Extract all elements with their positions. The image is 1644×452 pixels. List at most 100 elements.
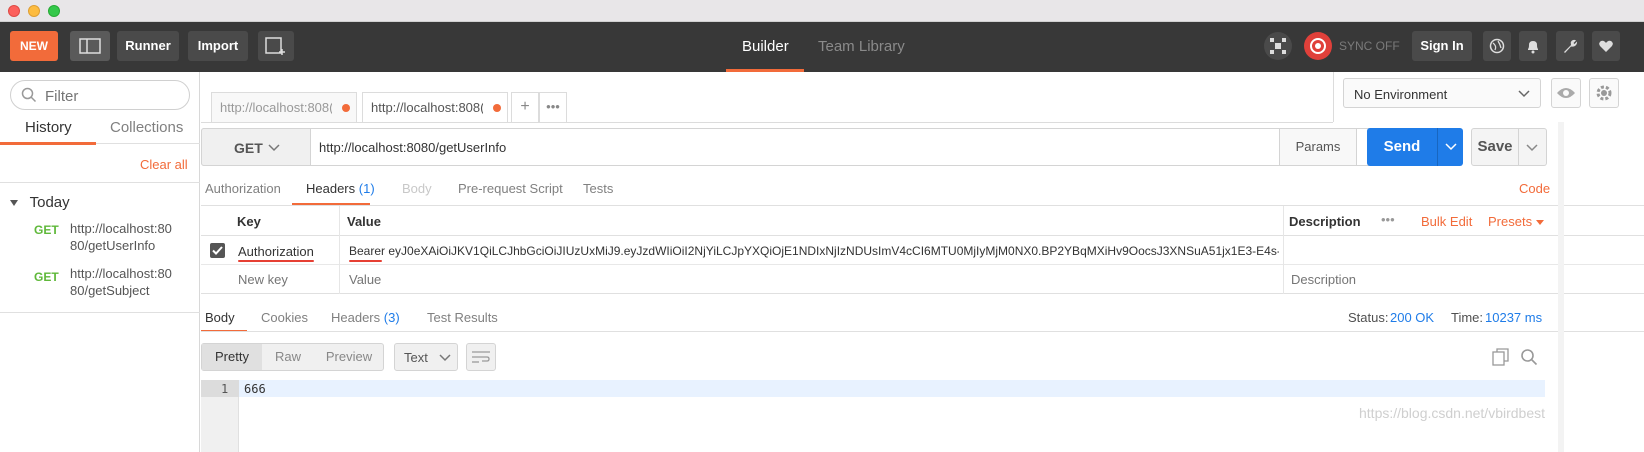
import-button[interactable]: Import	[188, 31, 248, 61]
satellite-icon	[1270, 38, 1286, 54]
notifications-button[interactable]	[1519, 31, 1547, 61]
caret-down-icon	[10, 199, 18, 206]
history-tab[interactable]: History	[25, 119, 72, 136]
tests-subtab[interactable]: Tests	[583, 181, 613, 196]
unsaved-dot-icon	[341, 104, 350, 112]
headers-subtab[interactable]: Headers (1)	[306, 181, 375, 196]
body-subtab[interactable]: Body	[402, 181, 432, 196]
url-input[interactable]	[319, 136, 1269, 158]
settings-button[interactable]	[1556, 31, 1584, 61]
new-window-button[interactable]	[258, 31, 294, 61]
copy-icon[interactable]	[1492, 348, 1510, 366]
env-divider	[1333, 72, 1334, 122]
new-value-input[interactable]	[349, 272, 1269, 287]
sidebar-icon	[79, 38, 101, 54]
chevron-down-icon	[1445, 143, 1457, 151]
key-column-header: Key	[237, 214, 261, 229]
sidebar-divider	[0, 312, 200, 313]
filter-box[interactable]	[10, 80, 190, 110]
history-item-url: http://localhost:80 80/getUserInfo	[70, 221, 172, 253]
send-options-button[interactable]	[1437, 128, 1463, 166]
tab-bar-bottom-border	[201, 122, 1333, 123]
zoom-window-button[interactable]	[48, 5, 60, 17]
tab-options-button[interactable]: •••	[539, 92, 567, 122]
collections-tab[interactable]: Collections	[110, 119, 183, 136]
close-window-button[interactable]	[8, 5, 20, 17]
more-options-icon[interactable]: •••	[1381, 212, 1395, 227]
header-row: Authorization Bearer eyJ0eXAiOiJKV1QiLCJ…	[201, 236, 1644, 265]
watermark-text: https://blog.csdn.net/vbirdbest	[1359, 405, 1545, 421]
test-results-tab[interactable]: Test Results	[427, 310, 498, 325]
presets-dropdown[interactable]: Presets	[1488, 214, 1544, 229]
authorization-subtab[interactable]: Authorization	[205, 181, 281, 196]
header-key-cell[interactable]: Authorization	[238, 244, 314, 259]
search-icon[interactable]	[1520, 348, 1538, 366]
runner-button[interactable]: Runner	[117, 31, 179, 61]
column-divider	[339, 265, 340, 294]
format-select-value: Text	[404, 350, 428, 365]
send-button[interactable]: Send	[1367, 128, 1437, 166]
interceptor-button[interactable]	[1264, 32, 1292, 60]
bulk-edit-link[interactable]: Bulk Edit	[1421, 214, 1472, 229]
preview-view-button[interactable]: Preview	[314, 344, 384, 370]
save-options-button[interactable]	[1519, 128, 1547, 166]
raw-view-button[interactable]: Raw	[262, 344, 314, 370]
main-panel: http://localhost:808( http://localhost:8…	[201, 72, 1644, 452]
wrap-lines-button[interactable]	[466, 343, 496, 371]
proxy-button[interactable]	[1483, 31, 1511, 61]
status-label: Status:	[1348, 310, 1389, 325]
environment-quick-look-button[interactable]	[1551, 78, 1581, 108]
header-value-cell[interactable]: Bearer eyJ0eXAiOiJKV1QiLCJhbGciOiJIUzUxM…	[349, 244, 1279, 258]
request-tab[interactable]: http://localhost:808(	[211, 92, 357, 122]
method-badge: GET	[34, 270, 59, 284]
toggle-sidebar-button[interactable]	[70, 31, 110, 61]
generate-code-link[interactable]: Code	[1519, 181, 1550, 196]
new-key-input[interactable]	[238, 272, 333, 287]
builder-tab[interactable]: Builder	[742, 38, 789, 55]
pretty-view-button[interactable]: Pretty	[202, 344, 262, 370]
new-description-input[interactable]	[1291, 272, 1491, 287]
method-badge: GET	[34, 223, 59, 237]
value-column-header: Value	[347, 214, 381, 229]
chevron-down-icon	[1526, 144, 1538, 152]
line-number: 1	[221, 382, 229, 396]
pre-request-script-subtab[interactable]: Pre-request Script	[458, 181, 563, 196]
favorites-button[interactable]	[1592, 31, 1620, 61]
manage-environments-button[interactable]	[1589, 78, 1619, 108]
filter-input[interactable]	[45, 87, 180, 105]
header-row-enabled-checkbox[interactable]	[210, 243, 225, 258]
description-column-header: Description	[1289, 214, 1361, 229]
wrench-icon	[1564, 39, 1578, 53]
key-underline-annotation	[238, 260, 314, 262]
request-tab-active[interactable]: http://localhost:808(	[362, 92, 508, 122]
add-tab-button[interactable]: +	[511, 92, 539, 122]
add-window-icon	[265, 37, 285, 55]
history-item[interactable]: GET http://localhost:80 80/getUserInfo	[0, 217, 200, 263]
response-body-tab[interactable]: Body	[205, 310, 235, 325]
method-select[interactable]: GET	[201, 128, 311, 166]
sign-in-button[interactable]: Sign In	[1412, 31, 1472, 61]
value-underline-annotation	[349, 260, 382, 262]
headers-table-header: Key Value Description ••• Bulk Edit Pres…	[201, 206, 1644, 236]
caret-down-icon	[1535, 220, 1544, 226]
clear-all-link[interactable]: Clear all	[140, 157, 188, 172]
time-value: 10237 ms	[1485, 310, 1543, 325]
new-button[interactable]: NEW	[10, 31, 58, 61]
column-divider	[1283, 265, 1284, 294]
save-button[interactable]: Save	[1471, 128, 1519, 166]
minimize-window-button[interactable]	[28, 5, 40, 17]
response-headers-tab[interactable]: Headers (3)	[331, 310, 400, 325]
sync-status-button[interactable]	[1304, 32, 1332, 60]
chevron-down-icon	[439, 354, 451, 362]
team-library-tab[interactable]: Team Library	[818, 38, 905, 55]
response-cookies-tab[interactable]: Cookies	[261, 310, 308, 325]
search-icon	[21, 87, 37, 103]
request-subtabs: Authorization Headers (1) Body Pre-reque…	[201, 173, 1644, 205]
format-select[interactable]: Text	[394, 343, 458, 371]
today-group-header[interactable]: Today	[10, 194, 70, 211]
active-line-gutter	[201, 380, 239, 397]
params-button[interactable]: Params	[1279, 128, 1357, 166]
history-item[interactable]: GET http://localhost:80 80/getSubject	[0, 262, 200, 308]
vertical-scrollbar[interactable]	[1558, 122, 1564, 452]
environment-select[interactable]: No Environment	[1343, 78, 1541, 108]
